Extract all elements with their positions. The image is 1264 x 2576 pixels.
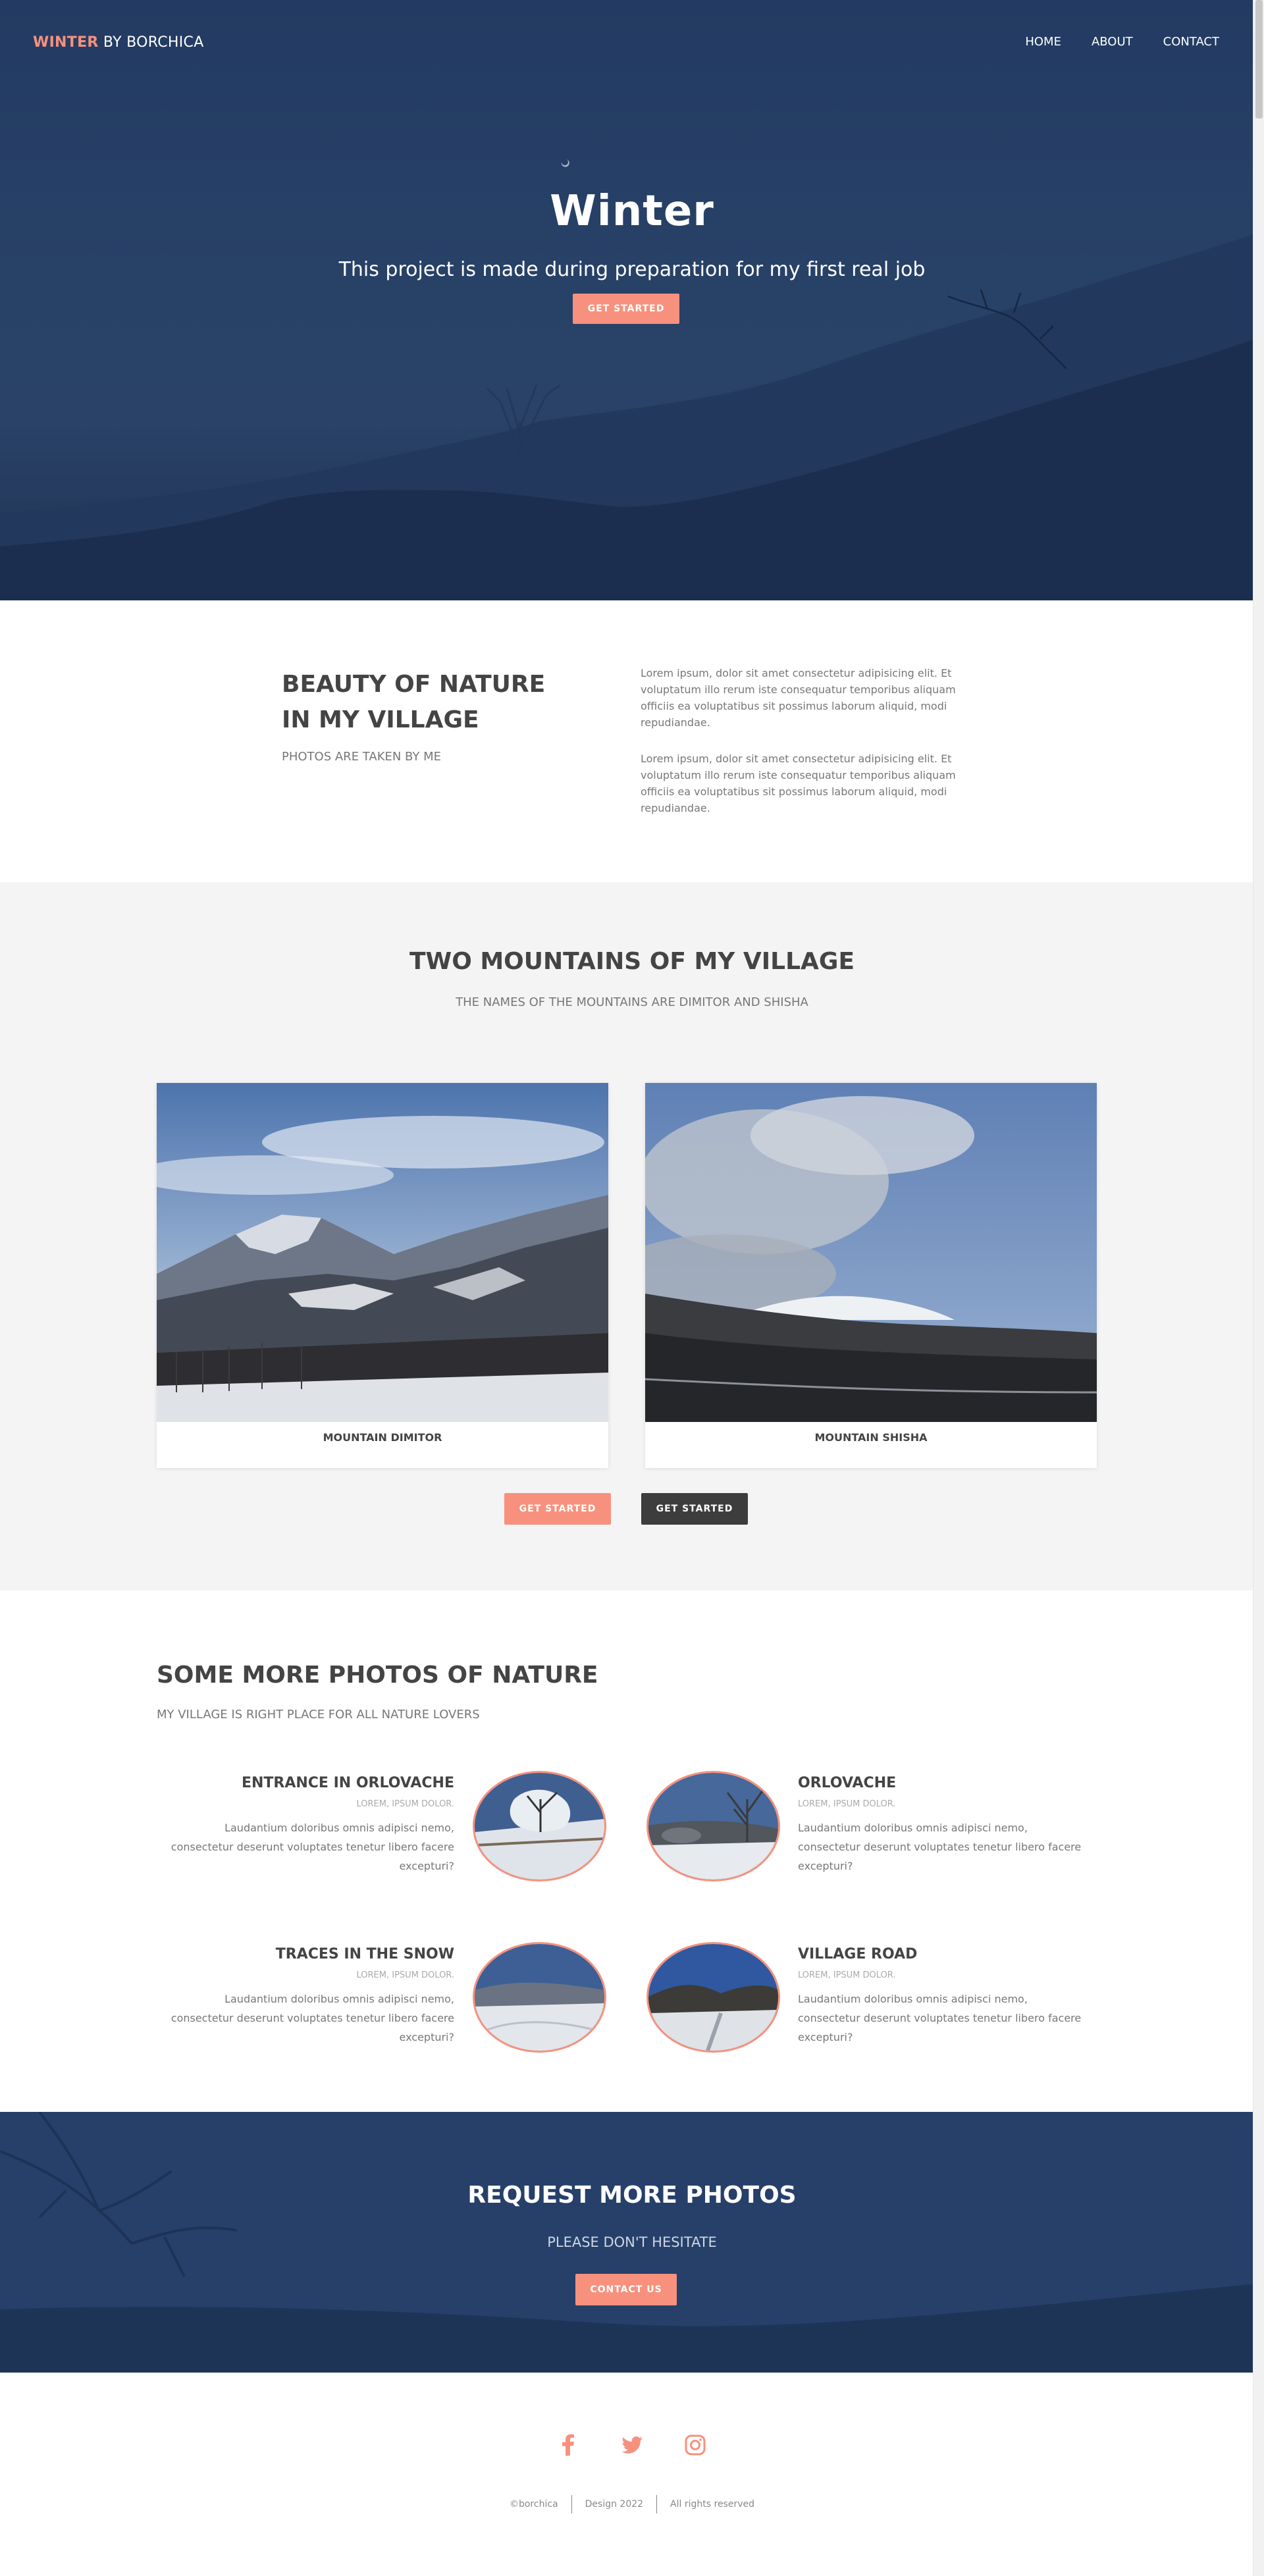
photo-village-road-image — [648, 1944, 778, 2051]
mountain-card-label: MOUNTAIN DIMITOR — [323, 1431, 442, 1444]
photo-item-entrance: ENTRANCE IN ORLOVACHE LOREM, IPSUM DOLOR… — [165, 1775, 454, 1876]
beauty-title-line-1: BEAUTY OF NATURE — [282, 671, 546, 698]
mountains-subtitle: THE NAMES OF THE MOUNTAINS ARE DIMITOR A… — [456, 995, 808, 1009]
photo-item-title: VILLAGE ROAD — [798, 1946, 918, 1962]
beauty-paragraph: Lorem ipsum, dolor sit amet consectetur … — [641, 667, 956, 729]
more-photos-title: SOME MORE PHOTOS OF NATURE — [157, 1662, 598, 1689]
brand-logo[interactable]: WINTER BY BORCHICA — [33, 34, 204, 51]
footer-divider — [571, 2495, 572, 2513]
photo-oval-village-road[interactable] — [646, 1942, 780, 2053]
footer-design: Design 2022 — [585, 2499, 644, 2510]
beauty-title: BEAUTY OF NATURE IN MY VILLAGE — [282, 667, 558, 738]
photo-item-text: Laudantium doloribus omnis adipisci nemo… — [171, 1993, 454, 2043]
beauty-paragraph: Lorem ipsum, dolor sit amet consectetur … — [641, 752, 956, 814]
hero-title: Winter — [550, 187, 714, 236]
mountain-card-label: MOUNTAIN SHISHA — [814, 1431, 928, 1444]
hero-get-started-button[interactable]: GET STARTED — [573, 294, 679, 324]
mountains-section: TWO MOUNTAINS OF MY VILLAGE THE NAMES OF… — [0, 882, 1264, 1590]
nav-link-contact[interactable]: CONTACT — [1163, 35, 1219, 49]
main-nav: HOME ABOUT CONTACT — [1025, 35, 1219, 49]
social-links — [0, 2433, 1264, 2457]
photo-item-caption: LOREM, IPSUM DOLOR. — [798, 1970, 896, 1980]
footer-rights: All rights reserved — [670, 2499, 755, 2510]
photo-entrance-image — [475, 1773, 604, 1879]
hero-subtitle: This project is made during preparation … — [338, 258, 926, 281]
photo-item-text: Laudantium doloribus omnis adipisci nemo… — [798, 1822, 1082, 1872]
photo-traces-image — [475, 1944, 604, 2051]
photo-item-traces: TRACES IN THE SNOW LOREM, IPSUM DOLOR. L… — [165, 1946, 454, 2047]
photo-item-title: ENTRANCE IN ORLOVACHE — [241, 1775, 454, 1791]
mountains-get-started-dark-button[interactable]: GET STARTED — [641, 1493, 748, 1525]
page-scrollbar[interactable] — [1253, 0, 1264, 2576]
photo-item-title: TRACES IN THE SNOW — [275, 1946, 454, 1962]
photo-item-text: Laudantium doloribus omnis adipisci nemo… — [798, 1993, 1082, 2043]
twitter-icon[interactable] — [620, 2433, 644, 2457]
photo-item-village-road: VILLAGE ROAD LOREM, IPSUM DOLOR. Laudant… — [798, 1946, 1088, 2047]
mountain-dimitor-photo — [157, 1083, 608, 1422]
footer-copyright: ©borchica — [509, 2499, 558, 2510]
request-title: REQUEST MORE PHOTOS — [467, 2182, 797, 2209]
photo-item-text: Laudantium doloribus omnis adipisci nemo… — [171, 1822, 454, 1872]
footer-divider — [656, 2495, 658, 2513]
mountain-shisha-photo — [645, 1083, 1097, 1422]
mountain-card-dimitor[interactable]: MOUNTAIN DIMITOR — [157, 1083, 608, 1468]
footer: ©borchica Design 2022 All rights reserve… — [0, 2373, 1264, 2576]
request-section: REQUEST MORE PHOTOS PLEASE DON'T HESITAT… — [0, 2112, 1264, 2373]
beauty-subtitle: PHOTOS ARE TAKEN BY ME — [282, 750, 442, 764]
photo-item-orlovache: ORLOVACHE LOREM, IPSUM DOLOR. Laudantium… — [798, 1775, 1088, 1876]
more-photos-subtitle: MY VILLAGE IS RIGHT PLACE FOR ALL NATURE… — [157, 1708, 480, 1722]
hero-section: WINTER BY BORCHICA HOME ABOUT CONTACT Wi… — [0, 0, 1264, 600]
nav-link-about[interactable]: ABOUT — [1092, 35, 1133, 49]
beauty-title-line-2: IN MY VILLAGE — [282, 706, 479, 733]
photo-oval-orlovache[interactable] — [646, 1771, 780, 1881]
footer-meta: ©borchica Design 2022 All rights reserve… — [0, 2495, 1264, 2513]
mountain-card-shisha[interactable]: MOUNTAIN SHISHA — [645, 1083, 1097, 1468]
photo-oval-traces[interactable] — [473, 1942, 606, 2053]
nav-link-home[interactable]: HOME — [1025, 35, 1061, 49]
contact-us-button[interactable]: CONTACT US — [575, 2274, 677, 2305]
request-subtitle: PLEASE DON'T HESITATE — [547, 2234, 717, 2250]
photo-oval-entrance[interactable] — [473, 1771, 606, 1881]
photo-item-caption: LOREM, IPSUM DOLOR. — [356, 1970, 454, 1980]
photo-item-caption: LOREM, IPSUM DOLOR. — [356, 1799, 454, 1809]
instagram-icon[interactable] — [683, 2433, 707, 2457]
more-photos-section: SOME MORE PHOTOS OF NATURE MY VILLAGE IS… — [0, 1590, 1264, 2112]
brand-accent: WINTER — [33, 34, 99, 51]
facebook-icon[interactable] — [557, 2433, 581, 2457]
brand-rest: BY BORCHICA — [98, 34, 204, 51]
photo-orlovache-image — [648, 1773, 778, 1879]
mountains-get-started-button[interactable]: GET STARTED — [504, 1493, 611, 1525]
scrollbar-thumb[interactable] — [1255, 0, 1263, 118]
mountains-title: TWO MOUNTAINS OF MY VILLAGE — [409, 948, 855, 975]
photo-item-caption: LOREM, IPSUM DOLOR. — [798, 1799, 896, 1809]
photo-item-title: ORLOVACHE — [798, 1775, 897, 1791]
beauty-section: BEAUTY OF NATURE IN MY VILLAGE PHOTOS AR… — [0, 600, 1264, 882]
